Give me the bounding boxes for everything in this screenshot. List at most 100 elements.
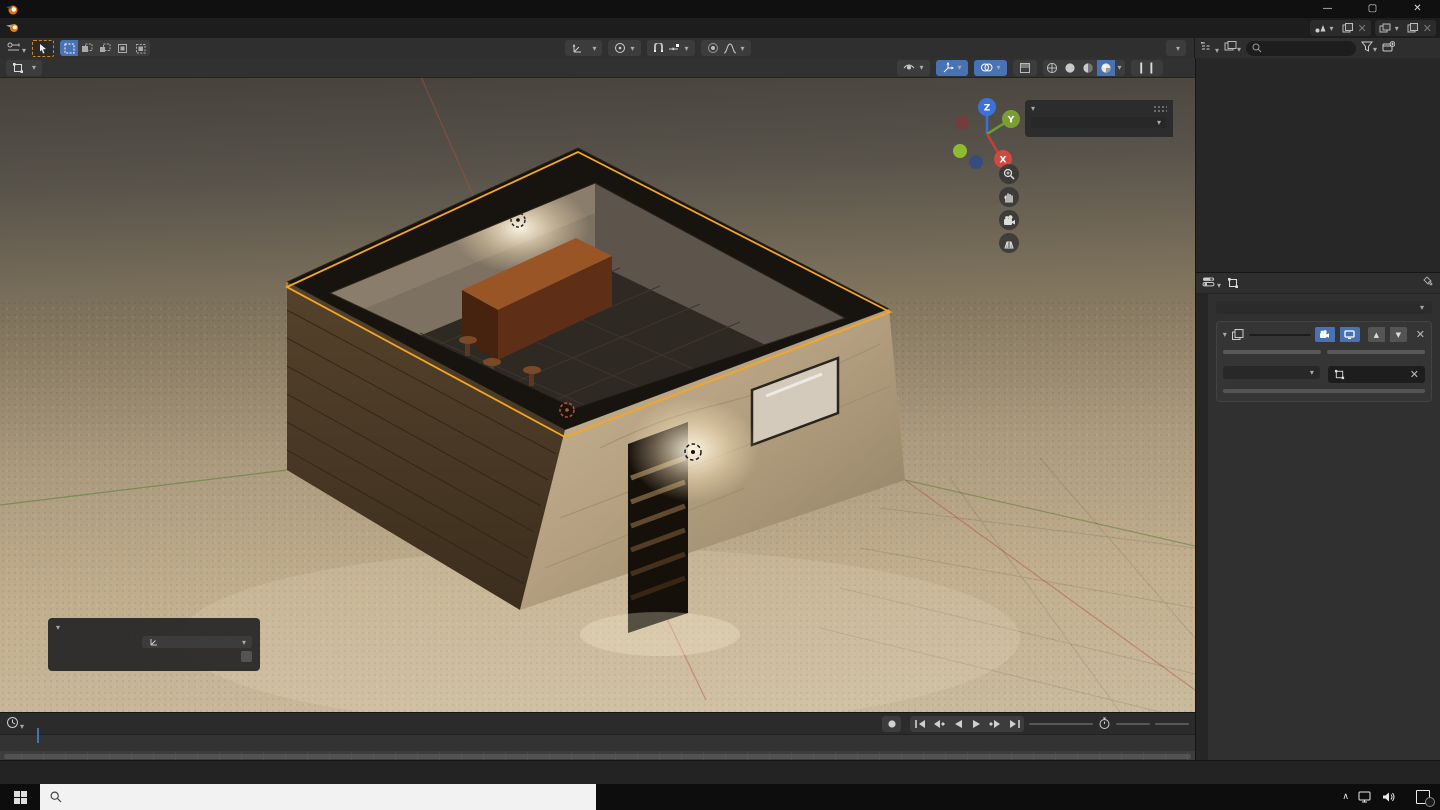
- search-icon: [50, 791, 62, 803]
- view-layer-selector[interactable]: ▾ ✕: [1375, 20, 1436, 36]
- unlink-scene-icon[interactable]: ✕: [1358, 22, 1367, 35]
- outliner-filter-icon[interactable]: ▾: [1361, 41, 1377, 55]
- camera-view-icon[interactable]: [999, 210, 1019, 230]
- shading-dropdown[interactable]: ▾: [1115, 63, 1125, 72]
- record-button[interactable]: [882, 716, 901, 732]
- frame-start-field[interactable]: [1116, 723, 1150, 725]
- maximize-button[interactable]: ▢: [1350, 0, 1395, 18]
- timeline-scrollbar[interactable]: [4, 754, 1191, 759]
- object-field[interactable]: ✕: [1328, 366, 1425, 383]
- modifier-copy-button[interactable]: [1327, 350, 1425, 354]
- modifier-move-up-button[interactable]: ▲: [1368, 327, 1385, 342]
- status-bar: [0, 760, 1440, 784]
- operation-dropdown[interactable]: ▾: [1223, 366, 1320, 379]
- view-layer-icon: [1379, 23, 1391, 33]
- gizmos-dropdown[interactable]: ▾: [936, 60, 968, 76]
- select-mode-subtract[interactable]: [96, 40, 114, 56]
- remove-view-layer-icon[interactable]: ✕: [1423, 22, 1432, 35]
- proportional-editing-dropdown[interactable]: ▾: [701, 40, 751, 56]
- modifier-apply-button[interactable]: [1223, 350, 1321, 354]
- properties-editor: ▾ ▾ ▾: [1196, 272, 1440, 760]
- modifier-close-icon[interactable]: ✕: [1416, 328, 1425, 341]
- move-orientation-dropdown[interactable]: ▾: [142, 636, 252, 648]
- new-scene-icon[interactable]: [1342, 23, 1354, 33]
- snap-toggle[interactable]: ▾: [647, 40, 695, 56]
- transform-panel-header[interactable]: ▾: [1031, 104, 1167, 113]
- proportional-editing-checkbox[interactable]: [241, 651, 252, 662]
- active-tool-icon[interactable]: [32, 40, 54, 57]
- play-button[interactable]: [967, 716, 986, 732]
- modifier-viewport-toggle[interactable]: [1340, 327, 1360, 342]
- shading-wireframe-icon[interactable]: [1043, 60, 1061, 76]
- shading-material-icon[interactable]: [1079, 60, 1097, 76]
- outliner-filter-mode-dropdown[interactable]: ▾: [1224, 41, 1241, 55]
- taskbar-search-input[interactable]: [40, 784, 596, 810]
- editor-type-icon[interactable]: ▾: [6, 41, 26, 56]
- pin-icon[interactable]: [1423, 276, 1434, 291]
- new-view-layer-icon[interactable]: [1407, 23, 1419, 33]
- mode-selector[interactable]: ▾: [6, 60, 42, 76]
- clear-object-icon[interactable]: ✕: [1410, 368, 1419, 381]
- select-mode-group: [60, 40, 150, 56]
- panel-grip[interactable]: [1153, 105, 1167, 112]
- object-icon: [1227, 277, 1239, 289]
- prev-keyframe-button[interactable]: [929, 716, 948, 732]
- shading-solid-icon[interactable]: [1061, 60, 1079, 76]
- options-dropdown[interactable]: ▾: [1166, 40, 1186, 56]
- object-icon: [1334, 369, 1345, 380]
- outliner-display-mode-dropdown[interactable]: ▾: [1200, 41, 1219, 56]
- start-button[interactable]: [0, 784, 40, 810]
- transform-orientation-dropdown[interactable]: ▾: [565, 40, 602, 56]
- play-reverse-button[interactable]: [948, 716, 967, 732]
- select-mode-intersect[interactable]: [132, 40, 150, 56]
- 3d-viewport[interactable]: ▾ ▾ ▾ ▾ ▾: [0, 58, 1195, 712]
- select-mode-new[interactable]: [60, 40, 78, 56]
- pan-hand-icon[interactable]: [999, 187, 1019, 207]
- modifier-render-toggle[interactable]: [1315, 327, 1335, 342]
- jump-to-start-button[interactable]: [910, 716, 929, 732]
- modifier-expand-icon[interactable]: ▾: [1223, 330, 1227, 339]
- minimize-button[interactable]: —: [1305, 0, 1350, 18]
- timeline-editor-type-icon[interactable]: ▾: [6, 716, 24, 732]
- search-icon: [1252, 43, 1262, 53]
- notification-center-icon[interactable]: [1414, 789, 1432, 805]
- modifier-name-field[interactable]: [1249, 334, 1311, 336]
- viewport-header: ▾ ▾ ▾ ▾ ▾: [0, 58, 1195, 78]
- shading-mode-group: ▾: [1043, 60, 1125, 76]
- frame-end-field[interactable]: [1155, 723, 1189, 725]
- use-preview-range-icon[interactable]: [1098, 717, 1111, 730]
- outliner-search-input[interactable]: [1246, 41, 1356, 56]
- pause-render-button[interactable]: ❙❙: [1131, 60, 1163, 76]
- close-button[interactable]: ✕: [1395, 0, 1440, 18]
- snap-with-icon: [668, 43, 681, 54]
- current-frame-field[interactable]: [1029, 723, 1093, 725]
- timeline-ruler[interactable]: [0, 734, 1195, 751]
- zoom-icon[interactable]: [999, 164, 1019, 184]
- scene-selector[interactable]: ▾ ✕: [1310, 20, 1371, 36]
- playback-controls: [882, 716, 901, 732]
- pivot-point-dropdown[interactable]: ▾: [608, 40, 640, 56]
- jump-to-end-button[interactable]: [1005, 716, 1024, 732]
- modifier-move-down-button[interactable]: ▼: [1390, 327, 1407, 342]
- toggle-perspective-icon[interactable]: [999, 233, 1019, 253]
- rotation-mode-dropdown[interactable]: ▾: [1031, 117, 1167, 128]
- blender-menu-icon[interactable]: [6, 22, 20, 34]
- properties-editor-type-icon[interactable]: ▾: [1202, 276, 1221, 291]
- move-panel-header[interactable]: ▾: [56, 623, 252, 632]
- playhead[interactable]: [37, 728, 39, 743]
- xray-toggle[interactable]: [1013, 60, 1037, 76]
- volume-icon[interactable]: [1382, 791, 1396, 803]
- tray-expand-icon[interactable]: ∧: [1342, 792, 1349, 802]
- new-collection-icon[interactable]: [1382, 41, 1395, 56]
- add-modifier-dropdown[interactable]: ▾: [1216, 301, 1432, 314]
- n-panel: ▾ ▾: [1025, 100, 1173, 137]
- next-keyframe-button[interactable]: [986, 716, 1005, 732]
- show-object-types-dropdown[interactable]: ▾: [897, 60, 930, 76]
- display-icon[interactable]: [1358, 791, 1373, 803]
- select-mode-extend[interactable]: [78, 40, 96, 56]
- overlays-dropdown[interactable]: ▾: [974, 60, 1007, 76]
- overlap-threshold-slider[interactable]: [1223, 389, 1425, 393]
- viewport-canvas[interactable]: Z Y X: [0, 78, 1195, 712]
- select-mode-invert[interactable]: [114, 40, 132, 56]
- shading-rendered-icon[interactable]: [1097, 60, 1115, 76]
